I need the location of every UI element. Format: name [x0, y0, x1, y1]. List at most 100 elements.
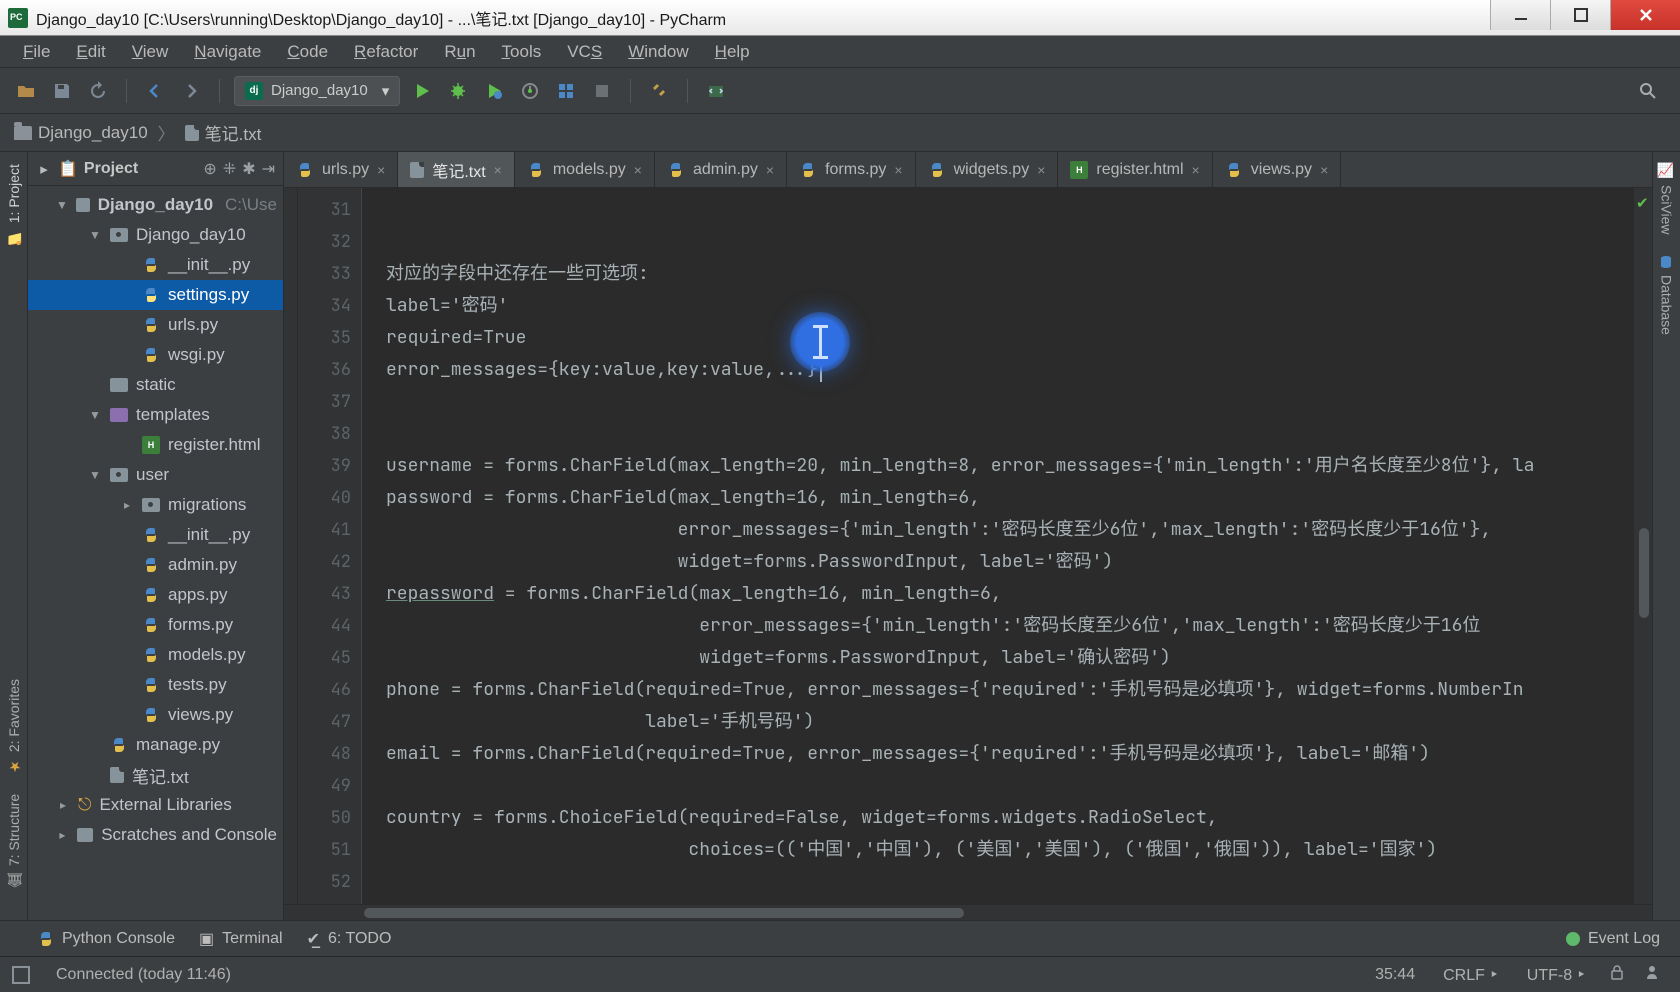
close-tab-icon[interactable]: × [494, 162, 502, 178]
back-button[interactable] [141, 77, 169, 105]
editor-tab[interactable]: urls.py× [284, 152, 398, 188]
close-tab-icon[interactable]: × [377, 162, 385, 178]
tree-file[interactable]: tests.py [28, 670, 283, 700]
menu-navigate[interactable]: Navigate [181, 38, 274, 66]
line-separator[interactable]: CRLF ‣ [1429, 965, 1513, 985]
tree-file[interactable]: 笔记.txt [28, 760, 283, 790]
terminal-tab[interactable]: ▣Terminal [199, 929, 283, 949]
manage-py-button[interactable] [702, 77, 730, 105]
minimize-button[interactable] [1490, 0, 1550, 30]
tree-file[interactable]: apps.py [28, 580, 283, 610]
python-icon [142, 316, 160, 334]
run-button[interactable] [408, 77, 436, 105]
editor-tab[interactable]: views.py× [1213, 152, 1342, 188]
tree-file[interactable]: urls.py [28, 310, 283, 340]
hide-icon[interactable]: ⇥ [262, 159, 275, 179]
locate-icon[interactable]: ⁜ [223, 159, 236, 179]
close-tab-icon[interactable]: × [634, 162, 642, 178]
menu-vcs[interactable]: VCS [554, 38, 615, 66]
todo-tab[interactable]: ✔̲6: TODO [307, 929, 392, 949]
tree-file[interactable]: Hregister.html [28, 430, 283, 460]
editor-tab[interactable]: models.py× [515, 152, 655, 188]
breadcrumb-file[interactable]: 笔记.txt [185, 120, 262, 145]
tool-favorites[interactable]: ★2: Favorites [6, 679, 22, 774]
editor-tab[interactable]: forms.py× [787, 152, 916, 188]
menu-help[interactable]: Help [702, 38, 763, 66]
event-log-tab[interactable]: Event Log [1566, 930, 1660, 948]
project-panel: ▸ 📋Project ⊕ ⁜ ✱ ⇥ ▼Django_day10C:\Use ▼… [28, 152, 284, 920]
sync-button[interactable] [84, 77, 112, 105]
close-tab-icon[interactable]: × [1037, 162, 1045, 178]
python-console-tab[interactable]: Python Console [38, 930, 175, 948]
ide-settings-button[interactable] [645, 77, 673, 105]
editor-tab[interactable]: 笔记.txt× [398, 152, 515, 188]
tree-file[interactable]: __init__.py [28, 250, 283, 280]
tree-file[interactable]: forms.py [28, 610, 283, 640]
close-button[interactable] [1610, 0, 1680, 30]
run-coverage-button[interactable] [480, 77, 508, 105]
search-everywhere-button[interactable] [1634, 77, 1662, 105]
breadcrumb-root[interactable]: Django_day10 [14, 123, 148, 143]
package-icon [110, 468, 128, 482]
close-tab-icon[interactable]: × [894, 162, 902, 178]
run-config-selector[interactable]: dj Django_day10 ▾ [234, 76, 400, 106]
code-editor[interactable]: 对应的字段中还存在一些可选项: label='密码' required=True… [362, 188, 1634, 904]
editor-tab[interactable]: admin.py× [655, 152, 787, 188]
editor-tab[interactable]: Hregister.html× [1058, 152, 1212, 188]
tool-sciview[interactable]: 📈SciView [1659, 162, 1675, 235]
file-encoding[interactable]: UTF-8 ‣ [1513, 965, 1600, 985]
tree-app[interactable]: ▼Django_day10 [28, 220, 283, 250]
tool-windows-toggle[interactable] [12, 966, 30, 984]
tree-scratches[interactable]: ▸Scratches and Console [28, 820, 283, 850]
vertical-scrollbar[interactable] [1639, 528, 1649, 618]
concurrency-button[interactable] [552, 77, 580, 105]
python-icon [296, 161, 314, 179]
horizontal-scroll-track [284, 904, 1652, 920]
tree-file-selected[interactable]: settings.py [28, 280, 283, 310]
menu-refactor[interactable]: Refactor [341, 38, 431, 66]
maximize-button[interactable] [1550, 0, 1610, 30]
menu-code[interactable]: Code [274, 38, 341, 66]
menu-window[interactable]: Window [615, 38, 701, 66]
close-tab-icon[interactable]: × [766, 162, 774, 178]
editor-minimap-strip[interactable]: ✔ [1634, 188, 1652, 904]
horizontal-scrollbar[interactable] [364, 908, 964, 918]
tool-project[interactable]: 📁1: Project [6, 164, 22, 246]
tree-user[interactable]: ▼user [28, 460, 283, 490]
debug-button[interactable] [444, 77, 472, 105]
menu-edit[interactable]: Edit [63, 38, 118, 66]
open-button[interactable] [12, 77, 40, 105]
profile-button[interactable] [516, 77, 544, 105]
menu-file[interactable]: File [10, 38, 63, 66]
readonly-lock-icon[interactable] [1600, 964, 1634, 985]
stop-button[interactable] [588, 77, 616, 105]
tree-static[interactable]: static [28, 370, 283, 400]
editor-tab[interactable]: widgets.py× [916, 152, 1059, 188]
tree-external-libs[interactable]: ▸⎋External Libraries [28, 790, 283, 820]
tool-structure[interactable]: 🏛7: Structure [6, 794, 22, 890]
scope-icon[interactable]: ⊕ [203, 159, 216, 179]
close-tab-icon[interactable]: × [1320, 162, 1328, 178]
cursor-position[interactable]: 35:44 [1361, 966, 1429, 984]
tree-file[interactable]: views.py [28, 700, 283, 730]
project-tree[interactable]: ▼Django_day10C:\Use ▼Django_day10 __init… [28, 186, 283, 920]
settings-icon[interactable]: ✱ [242, 159, 255, 179]
collapse-icon[interactable]: ▸ [36, 161, 52, 177]
tree-migrations[interactable]: ▸migrations [28, 490, 283, 520]
close-tab-icon[interactable]: × [1192, 162, 1200, 178]
tree-file[interactable]: wsgi.py [28, 340, 283, 370]
menu-run[interactable]: Run [431, 38, 488, 66]
tree-file[interactable]: models.py [28, 640, 283, 670]
editor-tabs: urls.py×笔记.txt×models.py×admin.py×forms.… [284, 152, 1652, 188]
tool-database[interactable]: Database [1659, 255, 1675, 335]
tree-root[interactable]: ▼Django_day10C:\Use [28, 190, 283, 220]
save-all-button[interactable] [48, 77, 76, 105]
tree-file[interactable]: __init__.py [28, 520, 283, 550]
forward-button[interactable] [177, 77, 205, 105]
tree-templates[interactable]: ▼templates [28, 400, 283, 430]
menu-tools[interactable]: Tools [489, 38, 555, 66]
tree-file[interactable]: admin.py [28, 550, 283, 580]
tree-file[interactable]: manage.py [28, 730, 283, 760]
hector-icon[interactable] [1634, 964, 1670, 985]
menu-view[interactable]: View [119, 38, 182, 66]
